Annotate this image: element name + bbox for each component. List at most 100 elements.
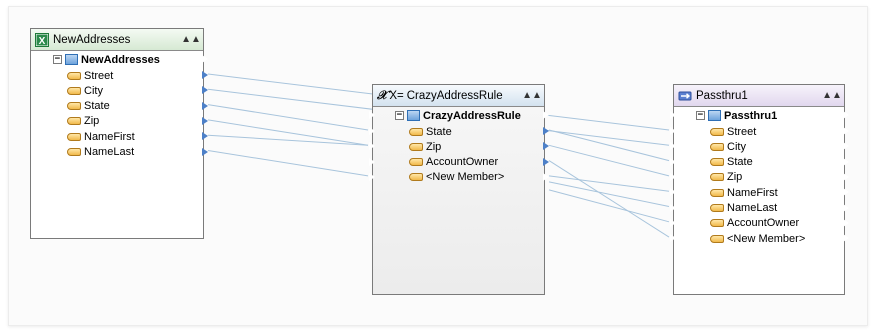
- field-icon: [710, 188, 724, 197]
- target-field-zip[interactable]: Zip: [710, 170, 742, 185]
- transform-zip-in-port[interactable]: [368, 141, 375, 152]
- collapse-tree-icon[interactable]: −: [696, 111, 705, 120]
- field-icon: [710, 173, 724, 182]
- source-field-city[interactable]: City: [67, 83, 103, 98]
- transform-root-row[interactable]: − CrazyAddressRule: [395, 108, 521, 123]
- target-namelast-out-port[interactable]: [842, 202, 849, 213]
- source-field-street[interactable]: Street: [67, 68, 113, 83]
- source-zip-out-port[interactable]: [201, 115, 208, 126]
- source-field-namefirst[interactable]: NameFirst: [67, 129, 135, 144]
- transform-title-prefix: X=: [389, 89, 404, 102]
- table-icon: [708, 110, 721, 121]
- transform-state-in-port[interactable]: [368, 126, 375, 136]
- target-new-member-out-port[interactable]: [842, 233, 849, 244]
- target-accountowner-in-port[interactable]: [669, 217, 676, 228]
- source-state-out-port[interactable]: [201, 100, 208, 111]
- collapse-tree-icon[interactable]: −: [395, 111, 404, 120]
- target-namefirst-out-port[interactable]: [842, 187, 849, 198]
- excel-icon: X: [35, 32, 49, 47]
- collapse-tree-icon[interactable]: −: [53, 55, 62, 64]
- field-label: Street: [84, 69, 114, 82]
- target-field-city[interactable]: City: [710, 139, 746, 154]
- target-field-accountowner[interactable]: AccountOwner: [710, 216, 799, 231]
- collapse-chevron-icon[interactable]: ▲▲: [181, 32, 201, 48]
- source-field-zip[interactable]: Zip: [67, 114, 99, 129]
- target-city-in-port[interactable]: [669, 141, 676, 152]
- transform-node-title: CrazyAddressRule: [406, 89, 503, 102]
- target-root-row[interactable]: − Passthru1: [696, 108, 777, 123]
- transform-zip-out-port[interactable]: [542, 141, 549, 152]
- field-label: NameLast: [84, 146, 135, 158]
- field-label: Zip: [727, 171, 743, 184]
- source-city-out-port[interactable]: [201, 85, 208, 96]
- source-root-row[interactable]: − NewAddresses: [53, 52, 160, 67]
- transform-accountowner-in-port[interactable]: [368, 156, 375, 167]
- source-node-title: NewAddresses: [53, 33, 131, 46]
- transform-node-titlebar[interactable]: 𝒳 X= CrazyAddressRule ▲▲: [373, 85, 544, 107]
- transform-new-member-in-port[interactable]: [368, 171, 375, 182]
- field-icon: [710, 127, 724, 136]
- target-field-namefirst[interactable]: NameFirst: [710, 185, 778, 200]
- target-street-in-port[interactable]: [669, 126, 676, 136]
- target-accountowner-out-port[interactable]: [842, 217, 849, 228]
- source-root-label: NewAddresses: [81, 53, 160, 66]
- field-label: <New Member>: [426, 171, 505, 184]
- target-root-in-port[interactable]: [669, 110, 676, 120]
- source-node-newaddresses[interactable]: X NewAddresses ▲▲ − NewAddresses Street C…: [30, 28, 208, 239]
- target-node-titlebar[interactable]: Passthru1 ▲▲: [674, 85, 844, 107]
- target-state-out-port[interactable]: [842, 156, 849, 167]
- formula-icon: 𝒳: [377, 88, 388, 102]
- source-root-out-port[interactable]: [201, 54, 208, 64]
- transform-root-in-port[interactable]: [368, 110, 375, 120]
- source-namefirst-out-port[interactable]: [201, 131, 208, 142]
- transform-field-new-member[interactable]: <New Member>: [409, 170, 504, 185]
- target-namefirst-in-port[interactable]: [669, 187, 676, 198]
- table-icon: [407, 110, 420, 121]
- target-street-out-port[interactable]: [842, 126, 849, 136]
- field-label: Street: [727, 125, 757, 138]
- target-field-namelast[interactable]: NameLast: [710, 201, 777, 216]
- target-zip-out-port[interactable]: [842, 171, 849, 182]
- field-icon: [710, 219, 724, 228]
- field-label: City: [727, 140, 746, 153]
- field-label: NameLast: [727, 202, 778, 214]
- transform-field-zip[interactable]: Zip: [409, 139, 441, 154]
- source-field-namelast[interactable]: NameLast: [67, 145, 134, 160]
- source-street-out-port[interactable]: [201, 70, 208, 80]
- field-icon: [710, 158, 724, 167]
- field-label: <New Member>: [727, 232, 806, 245]
- target-namelast-in-port[interactable]: [669, 202, 676, 213]
- field-icon: [409, 173, 423, 182]
- field-label: NameFirst: [727, 186, 778, 199]
- field-icon: [67, 71, 81, 80]
- field-icon: [710, 204, 724, 212]
- transform-node-crazyaddressrule[interactable]: 𝒳 X= CrazyAddressRule ▲▲ − CrazyAddressR…: [368, 84, 549, 295]
- collapse-chevron-icon[interactable]: ▲▲: [822, 88, 842, 104]
- field-icon: [67, 117, 81, 126]
- transform-state-out-port[interactable]: [542, 126, 549, 136]
- collapse-chevron-icon[interactable]: ▲▲: [522, 88, 542, 104]
- target-zip-in-port[interactable]: [669, 171, 676, 182]
- target-field-new-member[interactable]: <New Member>: [710, 231, 805, 246]
- source-field-state[interactable]: State: [67, 99, 110, 114]
- target-new-member-in-port[interactable]: [669, 233, 676, 244]
- transform-root-out-port[interactable]: [542, 110, 549, 120]
- field-icon: [409, 142, 423, 151]
- target-root-out-port[interactable]: [842, 110, 849, 120]
- source-node-titlebar[interactable]: X NewAddresses ▲▲: [31, 29, 203, 51]
- target-state-in-port[interactable]: [669, 156, 676, 167]
- transform-field-accountowner[interactable]: AccountOwner: [409, 155, 498, 170]
- target-root-label: Passthru1: [724, 109, 778, 122]
- transform-field-state[interactable]: State: [409, 124, 452, 139]
- target-field-state[interactable]: State: [710, 155, 753, 170]
- target-city-out-port[interactable]: [842, 141, 849, 152]
- field-icon: [710, 234, 724, 243]
- source-namelast-out-port[interactable]: [201, 146, 208, 157]
- target-field-street[interactable]: Street: [710, 124, 756, 139]
- target-node-passthru1[interactable]: Passthru1 ▲▲ − Passthru1 Street City State…: [669, 84, 849, 295]
- transform-new-member-out-port[interactable]: [542, 171, 549, 182]
- transform-root-label: CrazyAddressRule: [423, 109, 521, 122]
- field-label: AccountOwner: [426, 156, 499, 169]
- transform-accountowner-out-port[interactable]: [542, 156, 549, 167]
- svg-text:X: X: [39, 36, 46, 47]
